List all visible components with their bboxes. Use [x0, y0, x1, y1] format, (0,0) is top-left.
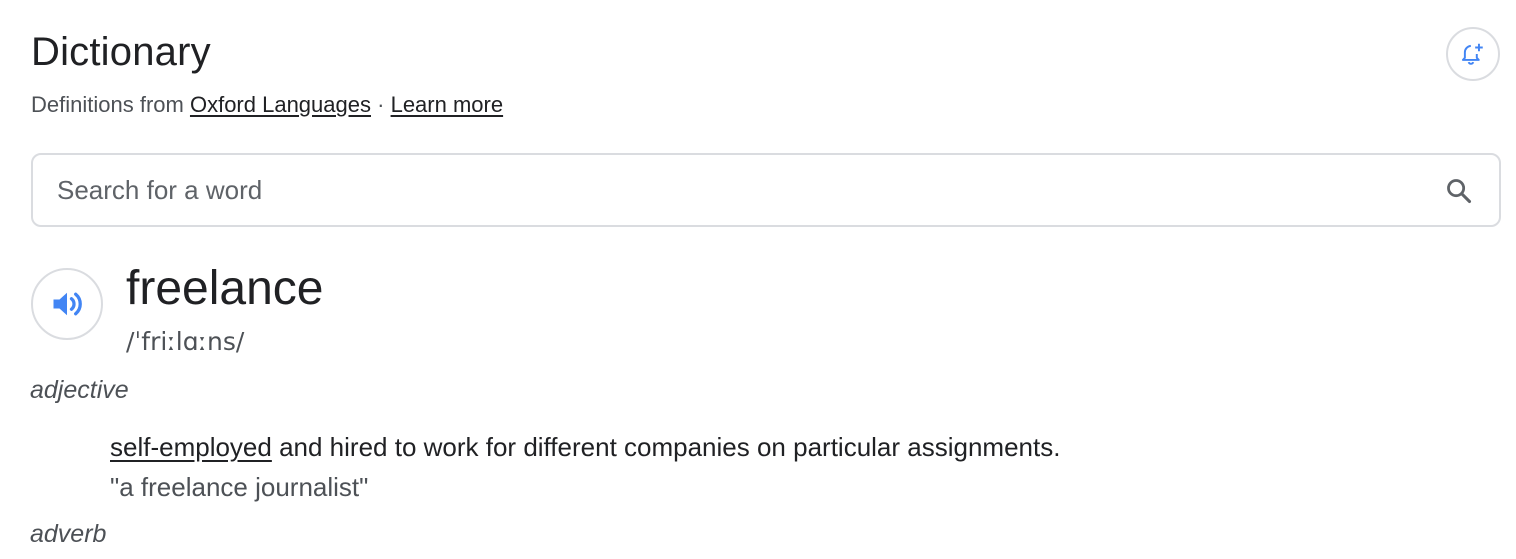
separator-dot: ·: [377, 92, 385, 117]
pronounce-button[interactable]: [31, 268, 103, 340]
learn-more-link[interactable]: Learn more: [391, 92, 504, 117]
headword: freelance: [126, 262, 324, 315]
dictionary-card: Dictionary Definitions from Oxford Langu…: [0, 0, 1516, 559]
usage-example: "a freelance journalist": [110, 472, 369, 502]
definition-text: self-employed and hired to work for diff…: [110, 430, 1060, 464]
speaker-icon: [53, 292, 82, 316]
definitions-source-line: Definitions from Oxford Languages · Lear…: [31, 90, 503, 120]
page-title: Dictionary: [31, 30, 211, 74]
search-icon[interactable]: [1445, 177, 1473, 205]
phonetic-spelling: /ˈfriːlɑːns/: [126, 327, 245, 356]
search-input[interactable]: [57, 155, 1417, 225]
bell-plus-icon: [1461, 43, 1483, 65]
notify-button[interactable]: [1446, 27, 1500, 81]
self-employed-link[interactable]: self-employed: [110, 432, 272, 462]
definition-rest: and hired to work for different companie…: [271, 432, 1061, 462]
search-box: [31, 153, 1501, 227]
oxford-languages-link[interactable]: Oxford Languages: [190, 92, 371, 117]
definitions-from-label: Definitions from: [31, 92, 184, 117]
part-of-speech-adjective: adjective: [30, 376, 129, 404]
part-of-speech-adverb: adverb: [30, 520, 107, 548]
